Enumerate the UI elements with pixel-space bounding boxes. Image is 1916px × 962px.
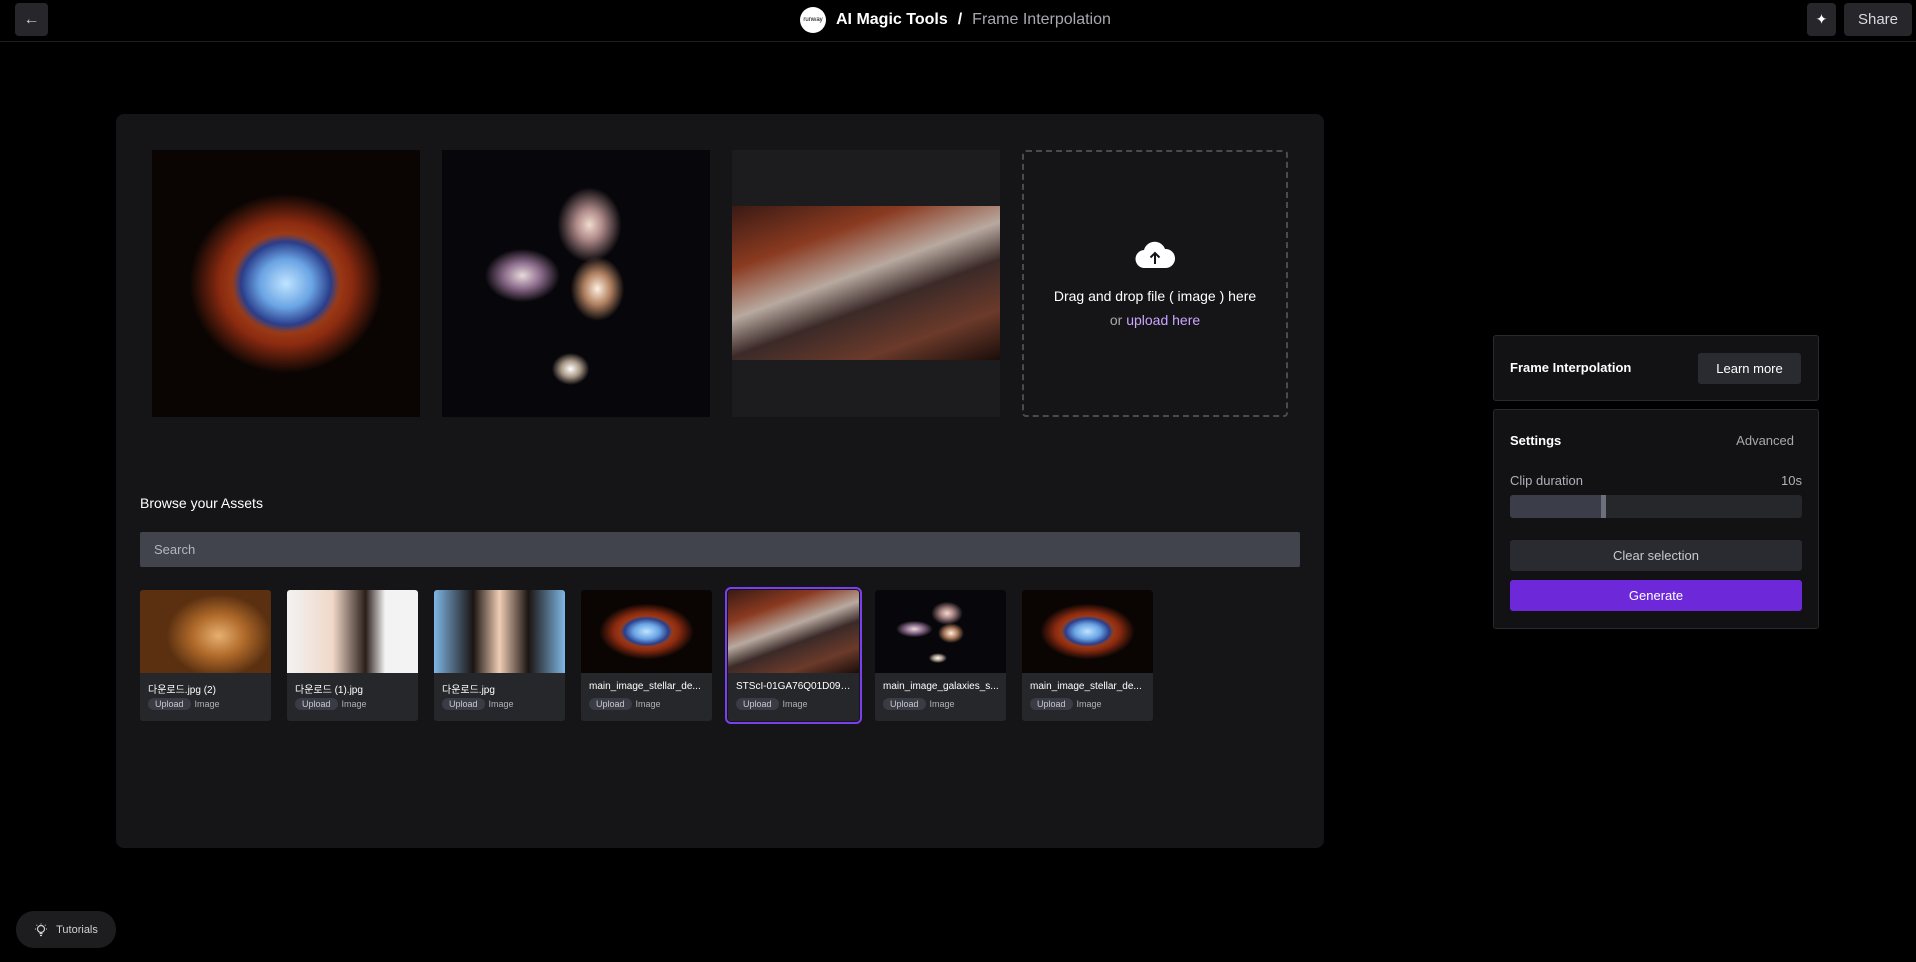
breadcrumb-separator: / bbox=[957, 11, 963, 28]
tool-info-panel: Frame Interpolation Learn more bbox=[1493, 335, 1819, 401]
asset-kind: Image bbox=[782, 699, 808, 709]
asset-meta: Upload Image bbox=[295, 698, 367, 710]
asset-card[interactable]: 다운로드 (1).jpg Upload Image bbox=[287, 590, 418, 721]
cloud-upload-icon bbox=[1135, 241, 1175, 268]
asset-thumbnail bbox=[287, 590, 418, 673]
asset-kind: Image bbox=[929, 699, 955, 709]
breadcrumb-app[interactable]: AI Magic Tools bbox=[836, 11, 948, 29]
asset-name: main_image_stellar_de... bbox=[589, 681, 701, 692]
clip-duration-slider[interactable] bbox=[1510, 495, 1802, 518]
sparkle-button[interactable]: ✦ bbox=[1807, 3, 1836, 36]
asset-meta: Upload Image bbox=[148, 698, 220, 710]
upload-drop-zone[interactable]: Drag and drop file ( image ) here or upl… bbox=[1022, 150, 1288, 417]
asset-thumbnail bbox=[434, 590, 565, 673]
slider-handle[interactable] bbox=[1600, 495, 1606, 518]
asset-thumbnail bbox=[140, 590, 271, 673]
breadcrumb: runway AI Magic Tools / Frame Interpolat… bbox=[800, 7, 1111, 33]
top-bar: ← runway AI Magic Tools / Frame Interpol… bbox=[0, 0, 1916, 42]
asset-thumbnail bbox=[728, 590, 859, 673]
clear-selection-button[interactable]: Clear selection bbox=[1510, 540, 1802, 571]
or-label: or bbox=[1109, 311, 1127, 328]
tool-title: Frame Interpolation bbox=[1510, 360, 1632, 375]
asset-name: STScI-01GA76Q01D09H... bbox=[736, 681, 854, 692]
asset-thumbnail bbox=[581, 590, 712, 673]
asset-tag: Upload bbox=[148, 698, 191, 710]
asset-name: main_image_galaxies_s... bbox=[883, 681, 999, 692]
asset-tag: Upload bbox=[295, 698, 338, 710]
asset-meta: Upload Image bbox=[442, 698, 514, 710]
asset-meta: Upload Image bbox=[883, 698, 955, 710]
drop-instructions: Drag and drop file ( image ) here bbox=[1053, 287, 1257, 304]
upload-link[interactable]: upload here bbox=[1126, 312, 1200, 328]
asset-meta: Upload Image bbox=[1030, 698, 1102, 710]
slider-fill bbox=[1510, 495, 1601, 518]
asset-name: 다운로드.jpg bbox=[442, 685, 495, 696]
asset-kind: Image bbox=[341, 699, 367, 709]
sparkle-icon: ✦ bbox=[1815, 11, 1828, 27]
advanced-toggle[interactable]: Advanced bbox=[1736, 433, 1794, 448]
share-button[interactable]: Share bbox=[1844, 3, 1912, 36]
main-panel: Drag and drop file ( image ) here or upl… bbox=[116, 114, 1324, 848]
frame-image bbox=[732, 206, 1000, 360]
asset-thumbnail bbox=[1022, 590, 1153, 673]
asset-kind: Image bbox=[488, 699, 514, 709]
asset-tag: Upload bbox=[1030, 698, 1073, 710]
page-title: Frame Interpolation bbox=[972, 11, 1111, 28]
asset-tag: Upload bbox=[589, 698, 632, 710]
asset-tag: Upload bbox=[442, 698, 485, 710]
back-button[interactable]: ← bbox=[15, 3, 48, 36]
tutorials-label: Tutorials bbox=[56, 923, 98, 936]
asset-meta: Upload Image bbox=[589, 698, 661, 710]
asset-card[interactable]: 다운로드.jpg Upload Image bbox=[434, 590, 565, 721]
settings-panel: Settings Advanced Clip duration 10s Clea… bbox=[1493, 409, 1819, 629]
clip-duration-label: Clip duration bbox=[1510, 473, 1583, 488]
lightbulb-icon bbox=[35, 923, 48, 936]
asset-kind: Image bbox=[1076, 699, 1102, 709]
frame-slot-3[interactable] bbox=[732, 150, 1000, 417]
asset-card-selected[interactable]: STScI-01GA76Q01D09H... Upload Image bbox=[725, 587, 862, 724]
asset-name: main_image_stellar_de... bbox=[1030, 681, 1142, 692]
upload-alternative: or upload here bbox=[1110, 312, 1200, 328]
asset-name: 다운로드.jpg (2) bbox=[148, 685, 216, 696]
asset-tag: Upload bbox=[883, 698, 926, 710]
arrow-left-icon: ← bbox=[23, 10, 40, 28]
asset-card[interactable]: 다운로드.jpg (2) Upload Image bbox=[140, 590, 271, 721]
settings-title: Settings bbox=[1510, 433, 1562, 448]
asset-name: 다운로드 (1).jpg bbox=[295, 685, 363, 696]
frame-slot-1[interactable] bbox=[152, 150, 420, 417]
asset-card[interactable]: main_image_stellar_de... Upload Image bbox=[581, 590, 712, 721]
asset-kind: Image bbox=[635, 699, 661, 709]
asset-tag: Upload bbox=[736, 698, 779, 710]
learn-more-button[interactable]: Learn more bbox=[1698, 353, 1801, 384]
asset-thumbnail bbox=[875, 590, 1006, 673]
asset-card[interactable]: main_image_stellar_de... Upload Image bbox=[1022, 590, 1153, 721]
generate-button[interactable]: Generate bbox=[1510, 580, 1802, 611]
tutorials-button[interactable]: Tutorials bbox=[16, 911, 116, 948]
search-input[interactable] bbox=[140, 532, 1300, 567]
asset-card[interactable]: main_image_galaxies_s... Upload Image bbox=[875, 590, 1006, 721]
frame-slot-2[interactable] bbox=[442, 150, 710, 417]
assets-title: Browse your Assets bbox=[140, 495, 263, 511]
app-logo: runway bbox=[800, 7, 826, 33]
asset-kind: Image bbox=[194, 699, 220, 709]
asset-meta: Upload Image bbox=[736, 698, 808, 710]
clip-duration-value: 10s bbox=[1781, 473, 1802, 488]
